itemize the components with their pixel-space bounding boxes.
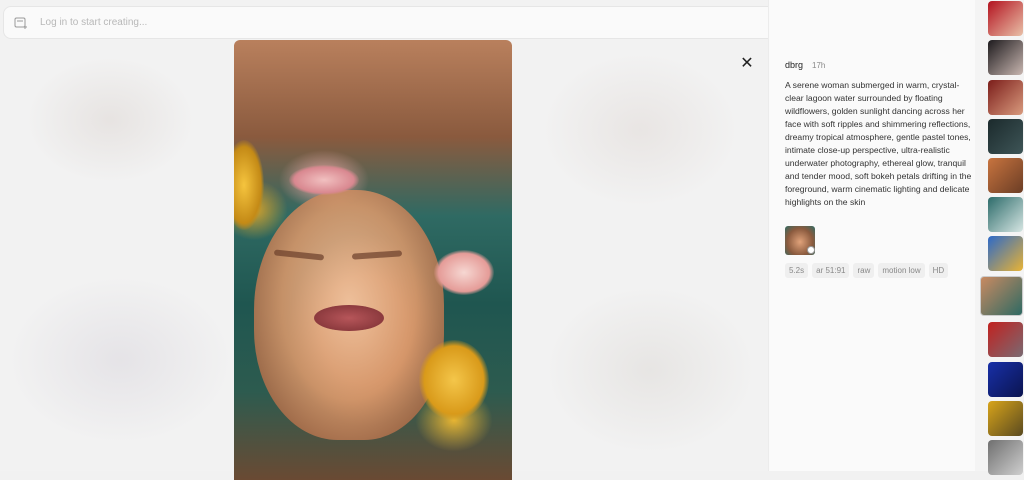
prompt-input[interactable]: Log in to start creating...: [40, 17, 888, 28]
thumbnail-strip[interactable]: [975, 0, 1024, 475]
image-detail: [434, 250, 494, 295]
prompt-text: A serene woman submerged in warm, crysta…: [785, 80, 972, 207]
thumb-blue-city[interactable]: [988, 362, 1023, 397]
reference-badge-icon: [807, 246, 815, 254]
image-detail: [289, 165, 359, 195]
param-tag: 5.2s: [785, 263, 809, 278]
add-image-icon[interactable]: [14, 16, 28, 30]
username[interactable]: dbrg: [785, 60, 803, 70]
thumb-current-underwater[interactable]: [980, 276, 1023, 316]
main-image: [234, 40, 512, 480]
thumb-orange-landscape[interactable]: [988, 158, 1023, 193]
thumb-red-tiger[interactable]: [988, 322, 1023, 357]
details-panel: dbrg 17h A serene woman submerged in war…: [768, 0, 975, 471]
image-detail: [419, 340, 489, 420]
param-tag: motion low: [878, 263, 925, 278]
thumb-blue-yellow[interactable]: [988, 236, 1023, 271]
thumb-red-nails[interactable]: [988, 80, 1023, 115]
close-icon[interactable]: ✕: [740, 56, 754, 72]
thumb-snow-globe[interactable]: [988, 197, 1023, 232]
thumb-dark-forest[interactable]: [988, 119, 1023, 154]
image-detail: [314, 305, 384, 331]
image-detail: [234, 140, 264, 230]
thumb-mono-city[interactable]: [988, 440, 1023, 475]
param-tag: raw: [853, 263, 875, 278]
param-tag: HD: [928, 263, 949, 278]
param-tag: ar 51:91: [812, 263, 850, 278]
thumb-red-roses[interactable]: [988, 1, 1023, 36]
timestamp: 17h: [812, 61, 826, 70]
thumb-yellow-portrait[interactable]: [988, 401, 1023, 436]
params-tags: 5.2s ar 51:91 raw motion low HD: [785, 263, 949, 278]
thumb-black-dress[interactable]: [988, 40, 1023, 75]
